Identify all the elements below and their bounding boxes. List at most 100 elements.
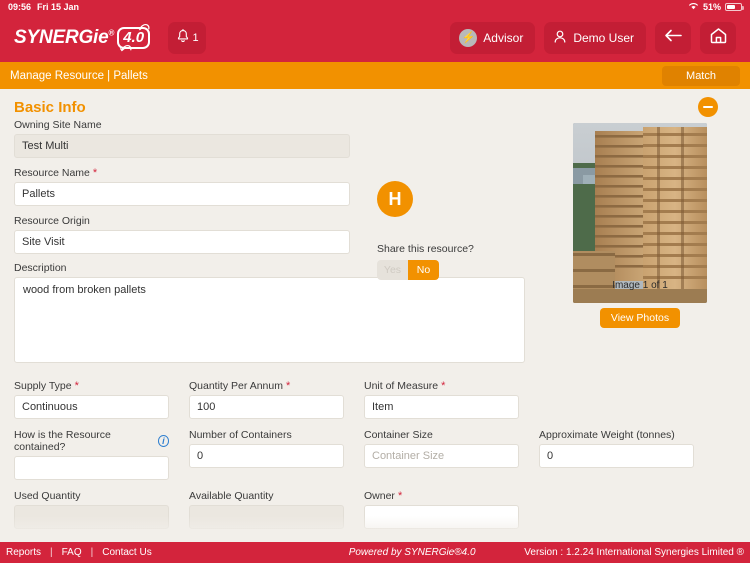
view-photos-button[interactable]: View Photos (599, 308, 681, 328)
supply-type-input[interactable] (14, 395, 169, 419)
share-toggle-no[interactable]: No (408, 260, 439, 280)
resource-name-label: Resource Name * (14, 166, 98, 179)
share-toggle-yes[interactable]: Yes (377, 260, 408, 280)
advisor-button[interactable]: ⚡ Advisor (450, 22, 536, 54)
photo-caption: Image 1 of 1 (612, 280, 668, 291)
back-button[interactable] (655, 22, 691, 54)
page-title: Basic Info (14, 98, 86, 116)
breadcrumb: Manage Resource | Pallets (10, 69, 148, 82)
supply-row: Supply Type* Quantity Per Annum* Unit of… (14, 380, 736, 419)
resource-origin-label: Resource Origin (14, 215, 90, 227)
app-header-right: ⚡ Advisor Demo User (450, 22, 736, 54)
recycle-arrow-icon-bottom: ⤺ (119, 42, 131, 54)
supply-type-label: Supply Type * (14, 379, 79, 392)
container-row: How is the Resource contained? i Number … (14, 429, 736, 480)
battery-percent: 51% (702, 2, 721, 12)
owning-site-label: Owning Site Name (14, 119, 102, 131)
resource-name-input[interactable] (14, 182, 350, 206)
footer-powered-by: Powered by SYNERGie®4.0 (348, 547, 476, 558)
info-icon[interactable]: i (157, 435, 169, 447)
available-quantity-label: Available Quantity (189, 490, 274, 502)
unit-of-measure-group: Unit of Measure * (364, 380, 519, 419)
share-resource-block: H Share this resource? Yes No (377, 181, 547, 280)
footer-version: Version : 1.2.24 International Synergies… (524, 547, 744, 558)
home-button[interactable] (700, 22, 736, 54)
notification-count: 1 (192, 32, 199, 44)
share-resource-label: Share this resource? (377, 243, 474, 255)
container-size-group: Container Size (364, 429, 519, 480)
resource-contained-label: How is the Resource contained? i (14, 429, 169, 453)
available-quantity-input[interactable] (189, 505, 344, 529)
advisor-label: Advisor (483, 31, 524, 45)
status-time: 09:56 (8, 2, 32, 12)
synergie-logo[interactable]: SYNERGie® 4.0 ⤺ ⤺ (14, 21, 151, 54)
app-root: 09:56 Fri 15 Jan 51% SYNERGie® 4.0 ⤺ ⤺ 1… (0, 0, 750, 563)
footer-link-faq[interactable]: FAQ (62, 547, 82, 558)
match-button[interactable]: Match (662, 65, 740, 86)
used-quantity-input[interactable] (14, 505, 169, 529)
logo-registered-mark: ® (108, 28, 115, 38)
basic-info-form: Owning Site Name Resource Name* Resource… (0, 119, 750, 529)
footer-link-reports[interactable]: Reports (6, 547, 41, 558)
container-size-input[interactable] (364, 444, 519, 468)
available-quantity-group: Available Quantity (189, 490, 344, 529)
user-menu-button[interactable]: Demo User (544, 22, 646, 54)
description-textarea[interactable] (14, 277, 525, 363)
unit-of-measure-label: Unit of Measure * (364, 379, 446, 392)
required-marker: * (441, 379, 446, 392)
breadcrumb-bar: Manage Resource | Pallets Match (0, 62, 750, 89)
resource-photo-block: Image 1 of 1 View Photos (573, 123, 707, 328)
basic-info-section-header: Basic Info (0, 89, 750, 119)
minus-circle-icon[interactable] (698, 97, 718, 117)
battery-icon (725, 3, 744, 11)
app-header-left: SYNERGie® 4.0 ⤺ ⤺ 1 (14, 21, 207, 54)
owning-site-group: Owning Site Name (14, 119, 350, 158)
status-bar-left: 09:56 Fri 15 Jan (8, 2, 79, 12)
logo-wordmark: SYNERGie® (14, 27, 115, 48)
resource-origin-group: Resource Origin (14, 215, 350, 254)
lightning-bolt-icon: ⚡ (459, 29, 478, 47)
person-icon (553, 29, 567, 47)
required-marker: * (92, 166, 98, 179)
required-marker: * (397, 489, 403, 502)
bell-icon (176, 29, 190, 47)
footer-link-contact-us[interactable]: Contact Us (102, 547, 151, 558)
number-of-containers-input[interactable] (189, 444, 344, 468)
hazard-badge: H (377, 181, 413, 217)
resource-contained-group: How is the Resource contained? i (14, 429, 169, 480)
share-resource-toggle[interactable]: Yes No (377, 260, 439, 280)
logo-version-badge: 4.0 ⤺ ⤺ (117, 21, 151, 54)
notifications-button[interactable]: 1 (168, 22, 207, 54)
approximate-weight-input[interactable] (539, 444, 694, 468)
footer-separator: | (90, 547, 94, 558)
approximate-weight-label: Approximate Weight (tonnes) (539, 429, 675, 441)
stacked-pallets-image (573, 123, 707, 303)
owner-label: Owner * (364, 489, 403, 502)
resource-contained-input[interactable] (14, 456, 169, 480)
owner-group: Owner * (364, 490, 519, 529)
used-quantity-group: Used Quantity (14, 490, 169, 529)
wifi-icon (688, 2, 699, 12)
quantity-per-annum-label: Quantity Per Annum * (189, 379, 291, 392)
resource-origin-input[interactable] (14, 230, 350, 254)
status-bar-right: 51% (688, 2, 744, 12)
number-of-containers-label: Number of Containers (189, 429, 292, 441)
supply-type-group: Supply Type * (14, 380, 169, 419)
quantity-per-annum-group: Quantity Per Annum * (189, 380, 344, 419)
recycle-arrow-icon-top: ⤺ (137, 21, 150, 33)
required-marker: * (285, 379, 291, 392)
user-label: Demo User (573, 31, 634, 45)
approximate-weight-group: Approximate Weight (tonnes) (539, 429, 694, 480)
resource-photo[interactable]: Image 1 of 1 (573, 123, 707, 303)
quantity-per-annum-input[interactable] (189, 395, 344, 419)
container-size-label: Container Size (364, 429, 433, 441)
app-header-bar: SYNERGie® 4.0 ⤺ ⤺ 1 ⚡ Advisor Demo User (0, 14, 750, 62)
required-marker: * (74, 379, 79, 392)
footer-links: Reports | FAQ | Contact Us (0, 547, 300, 558)
unit-of-measure-input[interactable] (364, 395, 519, 419)
owning-site-input[interactable] (14, 134, 350, 158)
owner-input[interactable] (364, 505, 519, 529)
ios-status-bar: 09:56 Fri 15 Jan 51% (0, 0, 750, 14)
home-icon (709, 27, 728, 49)
quantity-owner-row: Used Quantity Available Quantity Owner * (14, 490, 736, 529)
